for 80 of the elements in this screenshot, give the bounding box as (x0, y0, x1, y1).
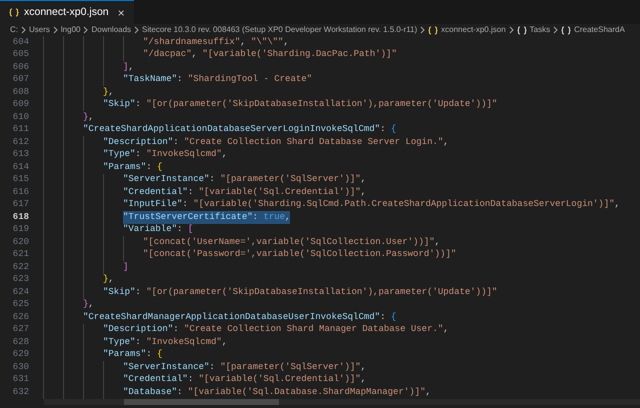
line-number: 621 (12, 248, 29, 261)
code-line: }, (83, 298, 94, 311)
line-number: 616 (12, 186, 29, 198)
code-line: "ServerInstance": "[parameter('SqlServer')]", (123, 173, 366, 186)
code-line: }, (103, 86, 114, 98)
line-number: 608 (12, 86, 29, 98)
tab-label: xconnect-xp0.json (24, 4, 109, 20)
line-number: 624 (12, 286, 29, 298)
breadcrumb-item[interactable]: Tasks (530, 24, 550, 36)
chevron-right-icon (420, 26, 426, 34)
code-line: }, (103, 273, 114, 286)
code-line: "Description": "Create Collection Shard Manager Database User.", (103, 323, 449, 336)
code-line: "InputFile": "[variable('Sharding.SqlCmd.Path.CreateShardApplicationDatabaseServerLogin')]", (123, 198, 620, 211)
code-line: "TaskName": "ShardingTool - Create" (123, 73, 312, 86)
curly-braces-icon (9, 8, 19, 17)
line-number: 626 (12, 310, 29, 324)
line-number: 632 (12, 386, 29, 398)
line-number: 604 (12, 36, 29, 48)
code-line: "Variable": [ (123, 223, 194, 236)
breadcrumb-item[interactable]: CreateShardA (574, 24, 625, 36)
code-line: "ServerInstance": "[parameter('SqlServer')]", (123, 360, 366, 374)
code-line: ] (123, 260, 128, 274)
chevron-right-icon (52, 26, 58, 34)
line-number: 611 (12, 123, 29, 136)
curly-braces-icon (516, 26, 527, 34)
line-number: 623 (12, 273, 29, 286)
line-number: 617 (12, 198, 29, 211)
code-line: "Params": { (103, 160, 162, 174)
line-number: 618 (12, 210, 29, 224)
line-number: 612 (12, 136, 29, 148)
code-line: "[concat('UserName=',variable('SqlCollection.User'))]", (143, 236, 440, 248)
line-number: 615 (12, 173, 29, 186)
code-line: "Skip": "[or(parameter('SkipDatabaseInstallation'),parameter('Update'))]" (103, 286, 498, 298)
chevron-right-icon (83, 26, 88, 34)
line-number: 628 (12, 336, 29, 348)
line-number: 613 (12, 148, 29, 161)
code-line: "Credential": "[variable('Sql.Credential')]", (123, 373, 366, 386)
line-number: 609 (12, 98, 29, 111)
breadcrumb-item[interactable]: xconnect-xp0.json (441, 24, 506, 36)
breadcrumb-item[interactable]: Users (29, 24, 50, 36)
chevron-right-icon (21, 26, 26, 34)
chevron-right-icon (508, 26, 514, 34)
line-number: 629 (12, 348, 29, 361)
chevron-right-icon (134, 26, 140, 34)
line-number: 620 (12, 236, 29, 248)
code-line: "Credential": "[variable('Sql.Credential')]", (123, 186, 366, 198)
curly-braces-icon (561, 26, 572, 34)
code-line: "Type": "InvokeSqlcmd", (103, 336, 228, 348)
code-line: "Database": "[variable('Sql.Database.ShardMapManager')]", (123, 386, 431, 398)
code-line: }, (83, 110, 94, 124)
code-line: ], (123, 60, 134, 74)
close-button[interactable]: × (118, 6, 125, 18)
line-number: 627 (12, 323, 29, 336)
horizontal-scrollbar[interactable] (44, 398, 640, 404)
code-line: "Params": { (103, 348, 162, 361)
curly-braces-icon (428, 26, 438, 34)
breadcrumb-item[interactable]: Sitecore 10.3.0 rev. 008463 (Setup XP0 Developer Workstation rev. 1.5.0-r11) (142, 24, 418, 36)
line-number: 625 (12, 298, 29, 311)
code-line: "[concat('Password=',variable('SqlCollection.Password'))]" (143, 248, 456, 261)
breadcrumb-item[interactable]: lng00 (60, 24, 80, 36)
code-line: "CreateShardManagerApplicationDatabaseUserInvokeSqlCmd": { (83, 310, 396, 324)
breadcrumb-item[interactable]: Downloads (91, 24, 132, 36)
breadcrumb-item[interactable]: C: (10, 24, 18, 36)
line-number: 607 (12, 73, 29, 86)
line-number: 622 (12, 260, 29, 274)
line-number: 610 (12, 110, 29, 124)
editor-tab[interactable]: xconnect-xp0.json × (0, 0, 134, 24)
line-number: 605 (12, 48, 29, 61)
chevron-right-icon (553, 26, 558, 34)
line-number: 631 (12, 373, 29, 386)
code-line: "Description": "Create Collection Shard Database Server Login.", (103, 136, 449, 148)
line-number: 606 (12, 60, 29, 74)
code-line: "CreateShardApplicationDatabaseServerLoginInvokeSqlCmd": { (83, 123, 396, 136)
line-number: 630 (12, 360, 29, 374)
code-line: "/dacpac", "[variable('Sharding.DacPac.Path')]" (143, 48, 397, 61)
code-line: "/shardnamesuffix", "\"\"", (143, 36, 289, 48)
line-number: 614 (12, 160, 29, 174)
code-line: "Skip": "[or(parameter('SkipDatabaseInstallation'),parameter('Update'))]" (103, 98, 498, 111)
line-number: 619 (12, 223, 29, 236)
code-line: "Type": "InvokeSqlcmd", (103, 148, 228, 161)
